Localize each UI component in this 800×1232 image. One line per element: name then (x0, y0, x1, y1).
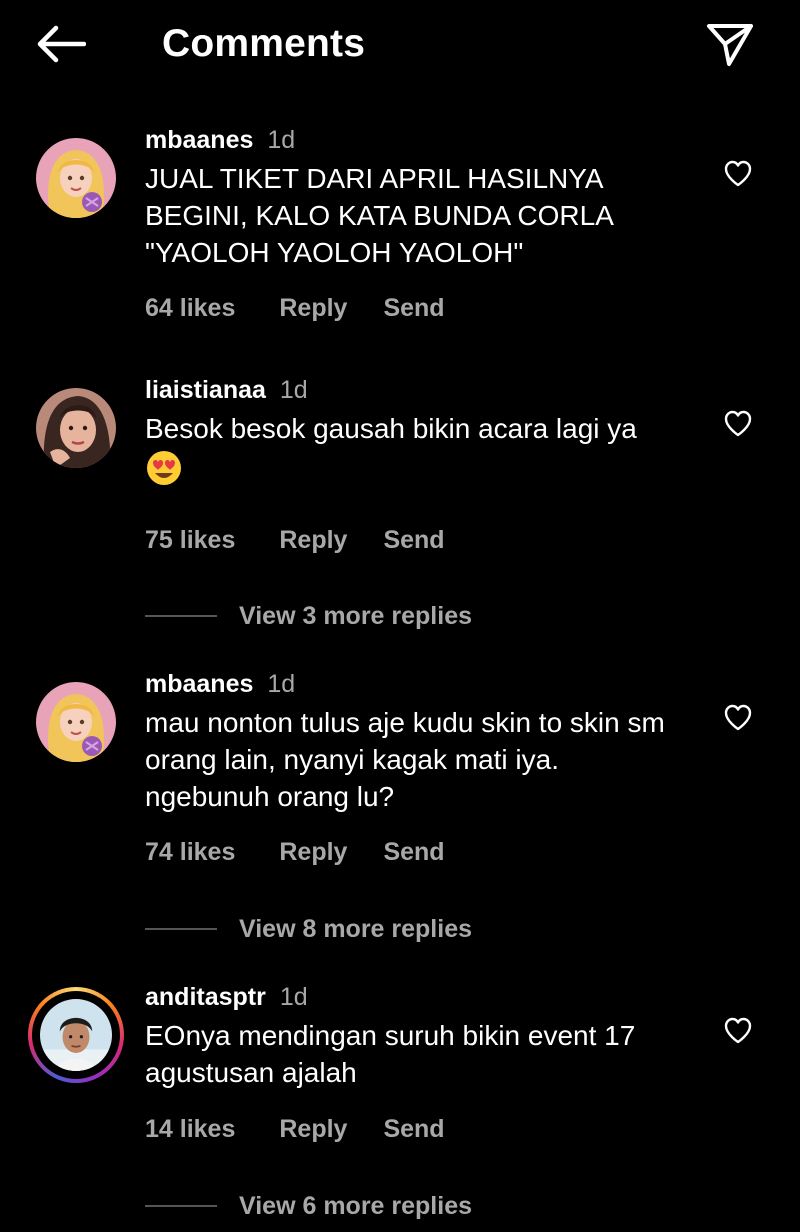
avatar[interactable] (36, 138, 116, 218)
view-replies-label: View 3 more replies (239, 601, 472, 630)
comment-time: 1d (267, 670, 296, 698)
reply-button[interactable]: Reply (279, 524, 347, 556)
comment-meta: mbaanes 1d (145, 124, 295, 156)
avatar-image (36, 388, 116, 468)
comment-text: Besok besok gausah bikin acara lagi ya (145, 410, 715, 487)
avatar-image (36, 138, 116, 218)
send-button[interactable]: Send (383, 292, 444, 324)
view-more-replies[interactable]: View 8 more replies (145, 913, 472, 945)
likes-count[interactable]: 74 likes (145, 836, 235, 868)
avatar[interactable] (36, 388, 116, 468)
comment-username[interactable]: anditasptr (145, 983, 266, 1011)
send-button[interactable]: Send (383, 836, 444, 868)
heart-eyes-emoji (147, 450, 181, 485)
reply-button[interactable]: Reply (279, 836, 347, 868)
comment-actions: 74 likes Reply Send (145, 836, 445, 868)
likes-count[interactable]: 75 likes (145, 524, 235, 556)
view-replies-label: View 8 more replies (239, 914, 472, 943)
reply-button[interactable]: Reply (279, 1113, 347, 1145)
avatar[interactable] (28, 987, 124, 1083)
likes-count[interactable]: 14 likes (145, 1113, 235, 1145)
avatar-image (40, 999, 112, 1071)
comment-username[interactable]: mbaanes (145, 126, 253, 154)
heart-icon (724, 1017, 752, 1044)
reply-button[interactable]: Reply (279, 292, 347, 324)
header-bar: Comments (0, 0, 800, 90)
comment-username[interactable]: mbaanes (145, 670, 253, 698)
like-button[interactable] (722, 1015, 754, 1047)
view-more-replies[interactable]: View 6 more replies (145, 1190, 472, 1222)
comment-text: mau nonton tulus aje kudu skin to skin s… (145, 707, 665, 812)
send-button[interactable]: Send (383, 524, 444, 556)
send-button[interactable]: Send (383, 1113, 444, 1145)
comment-meta: mbaanes 1d (145, 668, 295, 700)
heart-icon (724, 160, 752, 187)
comment-actions: 14 likes Reply Send (145, 1113, 445, 1145)
likes-count[interactable]: 64 likes (145, 292, 235, 324)
comment-meta: anditasptr 1d (145, 981, 308, 1013)
divider-line (145, 928, 217, 930)
heart-icon (724, 704, 752, 731)
comment-text: JUAL TIKET DARI APRIL HASILNYA BEGINI, K… (145, 163, 613, 268)
like-button[interactable] (722, 158, 754, 190)
comment-time: 1d (267, 126, 296, 154)
back-button[interactable] (30, 18, 90, 70)
comment-actions: 64 likes Reply Send (145, 292, 445, 324)
page-title: Comments (162, 22, 366, 65)
comment-text-content: Besok besok gausah bikin acara lagi ya (145, 413, 637, 444)
share-button[interactable] (700, 14, 760, 74)
comment-time: 1d (279, 376, 308, 404)
arrow-left-icon (37, 25, 86, 63)
paper-plane-icon (707, 24, 753, 66)
comment-text: EOnya mendingan suruh bikin event 17 agu… (145, 1020, 636, 1088)
comment-username[interactable]: liaistianaa (145, 376, 266, 404)
view-replies-label: View 6 more replies (239, 1191, 472, 1220)
comment-actions: 75 likes Reply Send (145, 524, 445, 556)
comment-time: 1d (279, 983, 308, 1011)
like-button[interactable] (722, 408, 754, 440)
like-button[interactable] (722, 702, 754, 734)
divider-line (145, 615, 217, 617)
divider-line (145, 1205, 217, 1207)
heart-icon (724, 410, 752, 437)
comment-meta: liaistianaa 1d (145, 374, 308, 406)
view-more-replies[interactable]: View 3 more replies (145, 600, 472, 632)
avatar[interactable] (36, 682, 116, 762)
avatar-image (36, 682, 116, 762)
